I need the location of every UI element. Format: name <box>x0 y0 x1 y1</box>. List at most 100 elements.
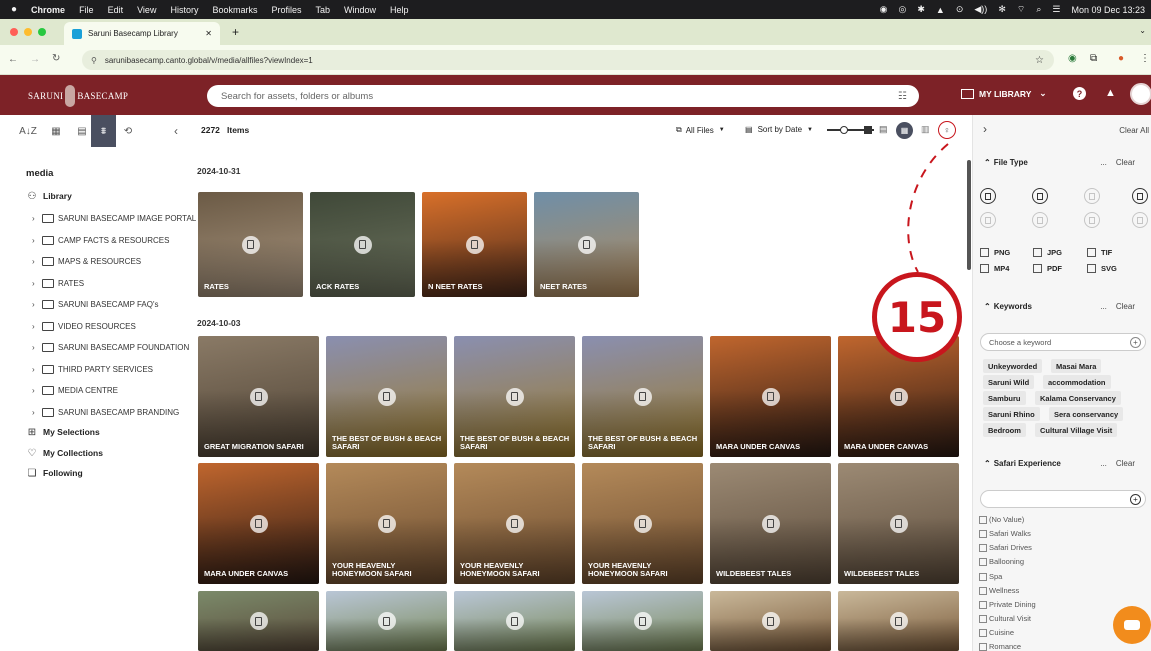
chevron-right-icon[interactable]: › <box>32 322 40 331</box>
clear-button[interactable]: Clear <box>1116 158 1135 167</box>
asset-thumbnail[interactable]: MARA UNDER CANVAS <box>710 336 831 457</box>
folder-maps[interactable]: › MAPS & RESOURCES <box>32 254 141 268</box>
video-type-icon[interactable] <box>980 212 996 228</box>
search-input[interactable]: Search for assets, folders or albums ☷ <box>207 85 919 107</box>
menu-history[interactable]: History <box>170 5 198 15</box>
sidebar-library[interactable]: ⚇ Library <box>26 189 72 203</box>
wifi-icon[interactable]: ⌔ <box>1017 4 1025 15</box>
filetype-png[interactable]: PNG <box>980 248 1010 257</box>
notification-bell-icon[interactable]: ▲ <box>1105 87 1116 99</box>
presentation-type-icon[interactable] <box>1132 188 1148 204</box>
play-icon[interactable]: ⊙ <box>956 4 964 15</box>
chevron-right-icon[interactable]: › <box>32 214 40 223</box>
add-value-icon[interactable]: + <box>1130 493 1141 505</box>
keyword-tag[interactable]: Samburu <box>983 391 1026 405</box>
keyword-tag[interactable]: accommodation <box>1043 375 1111 389</box>
grid-view-icon[interactable]: ▦ <box>896 122 913 139</box>
sidebar-my-selections[interactable]: ⊞ My Selections <box>26 425 100 439</box>
safari-option[interactable]: Safari Walks <box>979 529 1031 538</box>
collapse-panel-icon[interactable]: › <box>983 122 987 136</box>
folder-rates[interactable]: › RATES <box>32 276 84 290</box>
slider-handle[interactable] <box>840 126 848 134</box>
asset-thumbnail[interactable]: YOUR HEAVENLY HONEYMOON SAFARI <box>454 463 575 584</box>
safari-option[interactable]: Safari Drives <box>979 543 1032 552</box>
asset-thumbnail[interactable] <box>582 591 703 651</box>
asset-thumbnail[interactable]: WILDEBEEST TALES <box>710 463 831 584</box>
image-type-icon[interactable] <box>980 188 996 204</box>
menu-help[interactable]: Help <box>390 5 409 15</box>
filetype-tif[interactable]: TIF <box>1087 248 1112 257</box>
chevron-right-icon[interactable]: › <box>32 236 40 245</box>
archive-type-icon[interactable] <box>1084 212 1100 228</box>
refresh-icon[interactable]: ⟲ <box>120 123 136 139</box>
folder-foundation[interactable]: › SARUNI BASECAMP FOUNDATION <box>32 340 189 354</box>
status-icon[interactable]: ◎ <box>899 4 907 15</box>
safari-experience-header[interactable]: ⌃ Safari Experience <box>984 456 1061 470</box>
asset-thumbnail[interactable]: MARA UNDER CANVAS <box>198 463 319 584</box>
browser-tab[interactable]: Saruni Basecamp Library ✕ <box>64 22 220 45</box>
menu-window[interactable]: Window <box>344 5 376 15</box>
menu-tab[interactable]: Tab <box>316 5 331 15</box>
clear-button[interactable]: Clear <box>1116 302 1135 311</box>
file-type-header[interactable]: ⌃ File Type <box>984 155 1028 169</box>
asset-thumbnail[interactable]: YOUR HEAVENLY HONEYMOON SAFARI <box>582 463 703 584</box>
safari-option[interactable]: Cuisine <box>979 628 1014 637</box>
asset-thumbnail[interactable] <box>454 591 575 651</box>
close-window-button[interactable] <box>10 28 18 36</box>
keyword-tag[interactable]: Saruni Rhino <box>983 407 1040 421</box>
folder-camp-facts[interactable]: › CAMP FACTS & RESOURCES <box>32 233 169 247</box>
brand-logo[interactable]: SARUNI BASECAMP <box>28 85 128 107</box>
folder-third-party[interactable]: › THIRD PARTY SERVICES <box>32 362 153 376</box>
filetype-mp4[interactable]: MP4 <box>980 264 1009 273</box>
minimize-window-button[interactable] <box>24 28 32 36</box>
filetype-jpg[interactable]: JPG <box>1033 248 1062 257</box>
safari-option[interactable]: Ballooning <box>979 557 1024 566</box>
asset-thumbnail[interactable]: YOUR HEAVENLY HONEYMOON SAFARI <box>326 463 447 584</box>
more-options-icon[interactable]: ... <box>1100 302 1107 311</box>
asset-thumbnail[interactable]: THE BEST OF BUSH & BEACH SAFARI <box>582 336 703 457</box>
menu-edit[interactable]: Edit <box>108 5 124 15</box>
grid-scrollbar[interactable] <box>967 160 971 270</box>
menu-file[interactable]: File <box>79 5 94 15</box>
safari-option[interactable]: Spa <box>979 572 1002 581</box>
collapse-sidebar-icon[interactable]: ‹ <box>168 123 184 139</box>
new-tab-button[interactable]: + <box>232 25 239 39</box>
keyword-tag[interactable]: Saruni Wild <box>983 375 1035 389</box>
filter-panel-icon[interactable]: ♀ <box>938 121 956 139</box>
keyword-tag[interactable]: Bedroom <box>983 423 1026 437</box>
keyword-tag[interactable]: Masai Mara <box>1051 359 1102 373</box>
volume-icon[interactable]: ◀)) <box>974 4 987 15</box>
clock[interactable]: Mon 09 Dec 13:23 <box>1071 5 1145 15</box>
safari-option[interactable]: Private Dining <box>979 600 1036 609</box>
filter-sliders-icon[interactable]: ☷ <box>898 91 907 102</box>
site-settings-icon[interactable]: ⚲ <box>91 56 97 65</box>
search-icon[interactable]: ⌕ <box>1036 4 1041 15</box>
asset-thumbnail[interactable]: NEET RATES <box>534 192 639 297</box>
all-files-dropdown[interactable]: ⧉ All Files ▼ <box>676 125 725 135</box>
safari-option[interactable]: Romance <box>979 642 1021 651</box>
maximize-window-button[interactable] <box>38 28 46 36</box>
filetype-svg[interactable]: SVG <box>1087 264 1117 273</box>
close-tab-icon[interactable]: ✕ <box>205 29 212 38</box>
status-icon[interactable]: ◉ <box>880 4 888 15</box>
sidebar-my-collections[interactable]: ♡ My Collections <box>26 446 103 460</box>
asset-thumbnail[interactable] <box>710 591 831 651</box>
folder-video[interactable]: › VIDEO RESOURCES <box>32 319 136 333</box>
masonry-view-icon[interactable]: ▥ <box>921 124 930 135</box>
browser-menu-icon[interactable]: ⋮ <box>1140 53 1150 64</box>
safari-search-input[interactable]: + <box>980 490 1146 508</box>
keyword-tag[interactable]: Kalama Conservancy <box>1035 391 1121 405</box>
status-icon[interactable]: ✱ <box>917 4 925 15</box>
menu-view[interactable]: View <box>137 5 156 15</box>
chevron-right-icon[interactable]: › <box>32 408 40 417</box>
keywords-header[interactable]: ⌃ Keywords <box>984 299 1032 313</box>
asset-thumbnail[interactable]: THE BEST OF BUSH & BEACH SAFARI <box>326 336 447 457</box>
back-button[interactable]: ← <box>8 54 18 65</box>
list-view-icon[interactable]: ▤ <box>74 123 90 139</box>
chat-support-button[interactable] <box>1113 606 1151 644</box>
chevron-right-icon[interactable]: › <box>32 279 40 288</box>
bookmark-star-icon[interactable]: ☆ <box>1035 55 1044 66</box>
status-icon[interactable]: ▲ <box>936 5 945 15</box>
control-center-icon[interactable]: ☰ <box>1052 4 1060 15</box>
sidebar-following[interactable]: ❏ Following <box>26 466 83 480</box>
